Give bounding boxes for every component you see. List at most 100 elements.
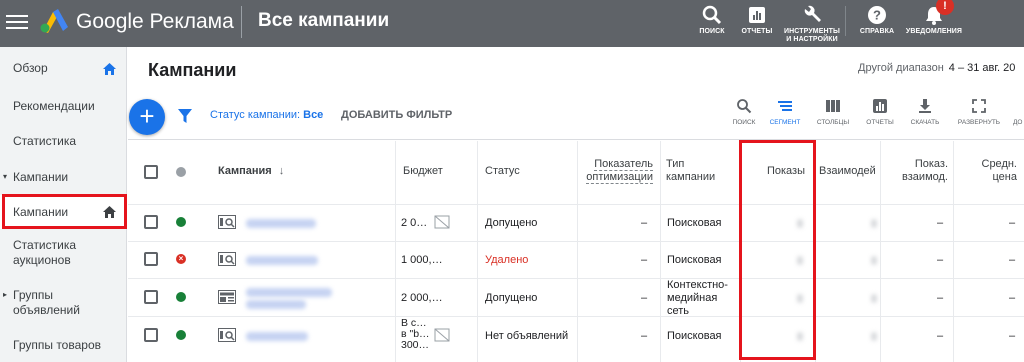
topbar-notifications-label: УВЕДОМЛЕНИЯ bbox=[905, 28, 963, 35]
cost-cell: – bbox=[1009, 217, 1016, 229]
cost-cell: – bbox=[1009, 254, 1016, 266]
svg-text:?: ? bbox=[873, 8, 881, 23]
more-icon bbox=[1005, 98, 1024, 114]
campaign-status-filter[interactable]: Статус кампании: Все bbox=[210, 109, 323, 121]
columns-icon bbox=[826, 100, 840, 112]
budget-cell[interactable]: 1 000,… bbox=[401, 254, 443, 267]
campaign-name-redacted[interactable] bbox=[246, 256, 318, 265]
row-divider bbox=[128, 204, 1024, 205]
rate-cell: – bbox=[937, 292, 944, 304]
sidebar-item-campaigns-group[interactable]: ▾ Кампании bbox=[0, 170, 127, 190]
interactions-redacted bbox=[871, 256, 877, 265]
column-header-interaction-rate[interactable]: Показ. взаимод. bbox=[884, 158, 948, 184]
row-checkbox[interactable] bbox=[144, 328, 158, 342]
chart-placeholder-icon bbox=[434, 215, 450, 229]
account-title[interactable]: Все кампании bbox=[258, 10, 389, 32]
optimization-cell: – bbox=[641, 292, 648, 304]
sidebar-item-auction-insights[interactable]: Статистика аукционов bbox=[0, 238, 127, 272]
topbar-reports[interactable]: ОТЧЕТЫ bbox=[738, 4, 776, 36]
column-header-campaign[interactable]: Кампания ↓ bbox=[218, 165, 284, 178]
type-cell: Поисковая bbox=[667, 330, 722, 342]
rate-cell: – bbox=[937, 217, 944, 229]
row-checkbox[interactable] bbox=[144, 215, 158, 229]
status-dot-header bbox=[176, 167, 186, 177]
topbar-help[interactable]: ? СПРАВКА bbox=[857, 4, 897, 36]
row-checkbox[interactable] bbox=[144, 290, 158, 304]
tool-download[interactable]: СКАЧАТЬ bbox=[900, 98, 950, 126]
topbar-tools[interactable]: ИНСТРУМЕНТЫ И НАСТРОЙКИ bbox=[784, 4, 840, 44]
date-range-picker[interactable]: Другой диапазон 4 – 31 авг. 20 bbox=[858, 62, 1015, 74]
row-checkbox[interactable] bbox=[144, 252, 158, 266]
expand-arrow-icon: ▸ bbox=[3, 290, 8, 299]
column-divider bbox=[660, 141, 661, 362]
topbar-search[interactable]: ПОИСК bbox=[697, 4, 727, 36]
type-cell: Поисковая bbox=[667, 254, 722, 266]
sidebar-item-overview[interactable]: Обзор bbox=[0, 61, 127, 81]
expand-icon bbox=[972, 99, 986, 113]
tool-segment[interactable]: СЕГМЕНТ bbox=[760, 98, 810, 126]
interactions-redacted bbox=[871, 294, 877, 303]
column-header-interactions[interactable]: Взаимодей bbox=[819, 165, 879, 178]
menu-icon[interactable] bbox=[6, 12, 28, 32]
add-campaign-button[interactable]: + bbox=[129, 99, 165, 135]
tool-more[interactable]: ДО bbox=[1005, 98, 1024, 126]
help-icon: ? bbox=[868, 6, 886, 24]
campaign-name-redacted[interactable] bbox=[246, 219, 316, 228]
rate-cell: – bbox=[937, 330, 944, 342]
wrench-icon bbox=[804, 5, 821, 22]
filter-prefix: Статус кампании: bbox=[210, 109, 301, 121]
status-dot-enabled[interactable] bbox=[176, 217, 186, 227]
column-header-optimization[interactable]: Показатель оптимизации bbox=[581, 158, 653, 184]
column-header-status[interactable]: Статус bbox=[485, 165, 520, 178]
header-label: Кампания bbox=[218, 165, 272, 177]
filter-value: Все bbox=[303, 109, 324, 121]
header-label: Показатель оптимизации bbox=[586, 158, 653, 184]
column-header-budget[interactable]: Бюджет bbox=[403, 165, 443, 178]
reports-icon bbox=[873, 99, 887, 113]
budget-cell[interactable]: 2 0… bbox=[401, 217, 427, 230]
google-ads-logo[interactable] bbox=[39, 9, 69, 33]
highlight-frame bbox=[2, 194, 127, 229]
column-header-type[interactable]: Тип кампании bbox=[666, 158, 736, 184]
sidebar-item-recommendations[interactable]: Рекомендации bbox=[0, 99, 127, 119]
tool-columns[interactable]: СТОЛБЦЫ bbox=[808, 98, 858, 126]
budget-cell[interactable]: 2 000,… bbox=[401, 292, 443, 305]
topbar-notifications[interactable]: УВЕДОМЛЕНИЯ bbox=[904, 4, 964, 36]
topbar-search-label: ПОИСК bbox=[699, 28, 725, 35]
tool-label: ДО bbox=[1013, 119, 1023, 126]
cost-cell: – bbox=[1009, 330, 1016, 342]
sidebar-item-product-groups[interactable]: Группы товаров bbox=[0, 338, 127, 358]
column-header-avg-cost[interactable]: Средн. цена bbox=[957, 158, 1018, 184]
status-dot-removed[interactable]: × bbox=[176, 254, 186, 264]
display-campaign-icon bbox=[218, 290, 236, 304]
budget-cell[interactable]: В с… в "b… 300… bbox=[401, 318, 431, 351]
sidebar-item-label: Кампании bbox=[13, 170, 69, 184]
search-campaign-icon bbox=[218, 215, 236, 229]
interactions-redacted bbox=[871, 332, 877, 341]
status-dot-enabled[interactable] bbox=[176, 330, 186, 340]
optimization-cell: – bbox=[641, 330, 648, 342]
tool-expand[interactable]: РАЗВЕРНУТЬ bbox=[954, 98, 1004, 126]
filter-icon[interactable] bbox=[178, 109, 192, 123]
tool-label: СЕГМЕНТ bbox=[769, 119, 801, 126]
sort-desc-icon: ↓ bbox=[278, 165, 285, 177]
add-filter-button[interactable]: ДОБАВИТЬ ФИЛЬТР bbox=[341, 109, 452, 121]
search-campaign-icon bbox=[218, 328, 236, 342]
date-range-label: Другой диапазон bbox=[858, 62, 944, 74]
campaign-name-redacted[interactable] bbox=[246, 288, 332, 297]
campaign-name-redacted[interactable] bbox=[246, 332, 308, 341]
sidebar-item-statistics[interactable]: Статистика bbox=[0, 134, 127, 154]
sidebar-item-ad-groups[interactable]: ▸ Группы объявлений bbox=[0, 288, 127, 322]
sidebar-item-label: Группы объявлений bbox=[13, 288, 80, 317]
type-cell: Поисковая bbox=[667, 217, 722, 229]
search-icon bbox=[737, 99, 752, 114]
select-all-checkbox[interactable] bbox=[144, 165, 158, 179]
status-dot-enabled[interactable] bbox=[176, 292, 186, 302]
row-divider bbox=[128, 278, 1024, 279]
chart-placeholder-icon bbox=[434, 328, 450, 342]
tool-reports[interactable]: ОТЧЕТЫ bbox=[855, 98, 905, 126]
search-campaign-icon bbox=[218, 252, 236, 266]
divider bbox=[845, 6, 846, 36]
brand-name[interactable]: Google Реклама bbox=[76, 10, 234, 34]
expand-arrow-icon: ▾ bbox=[3, 172, 8, 181]
